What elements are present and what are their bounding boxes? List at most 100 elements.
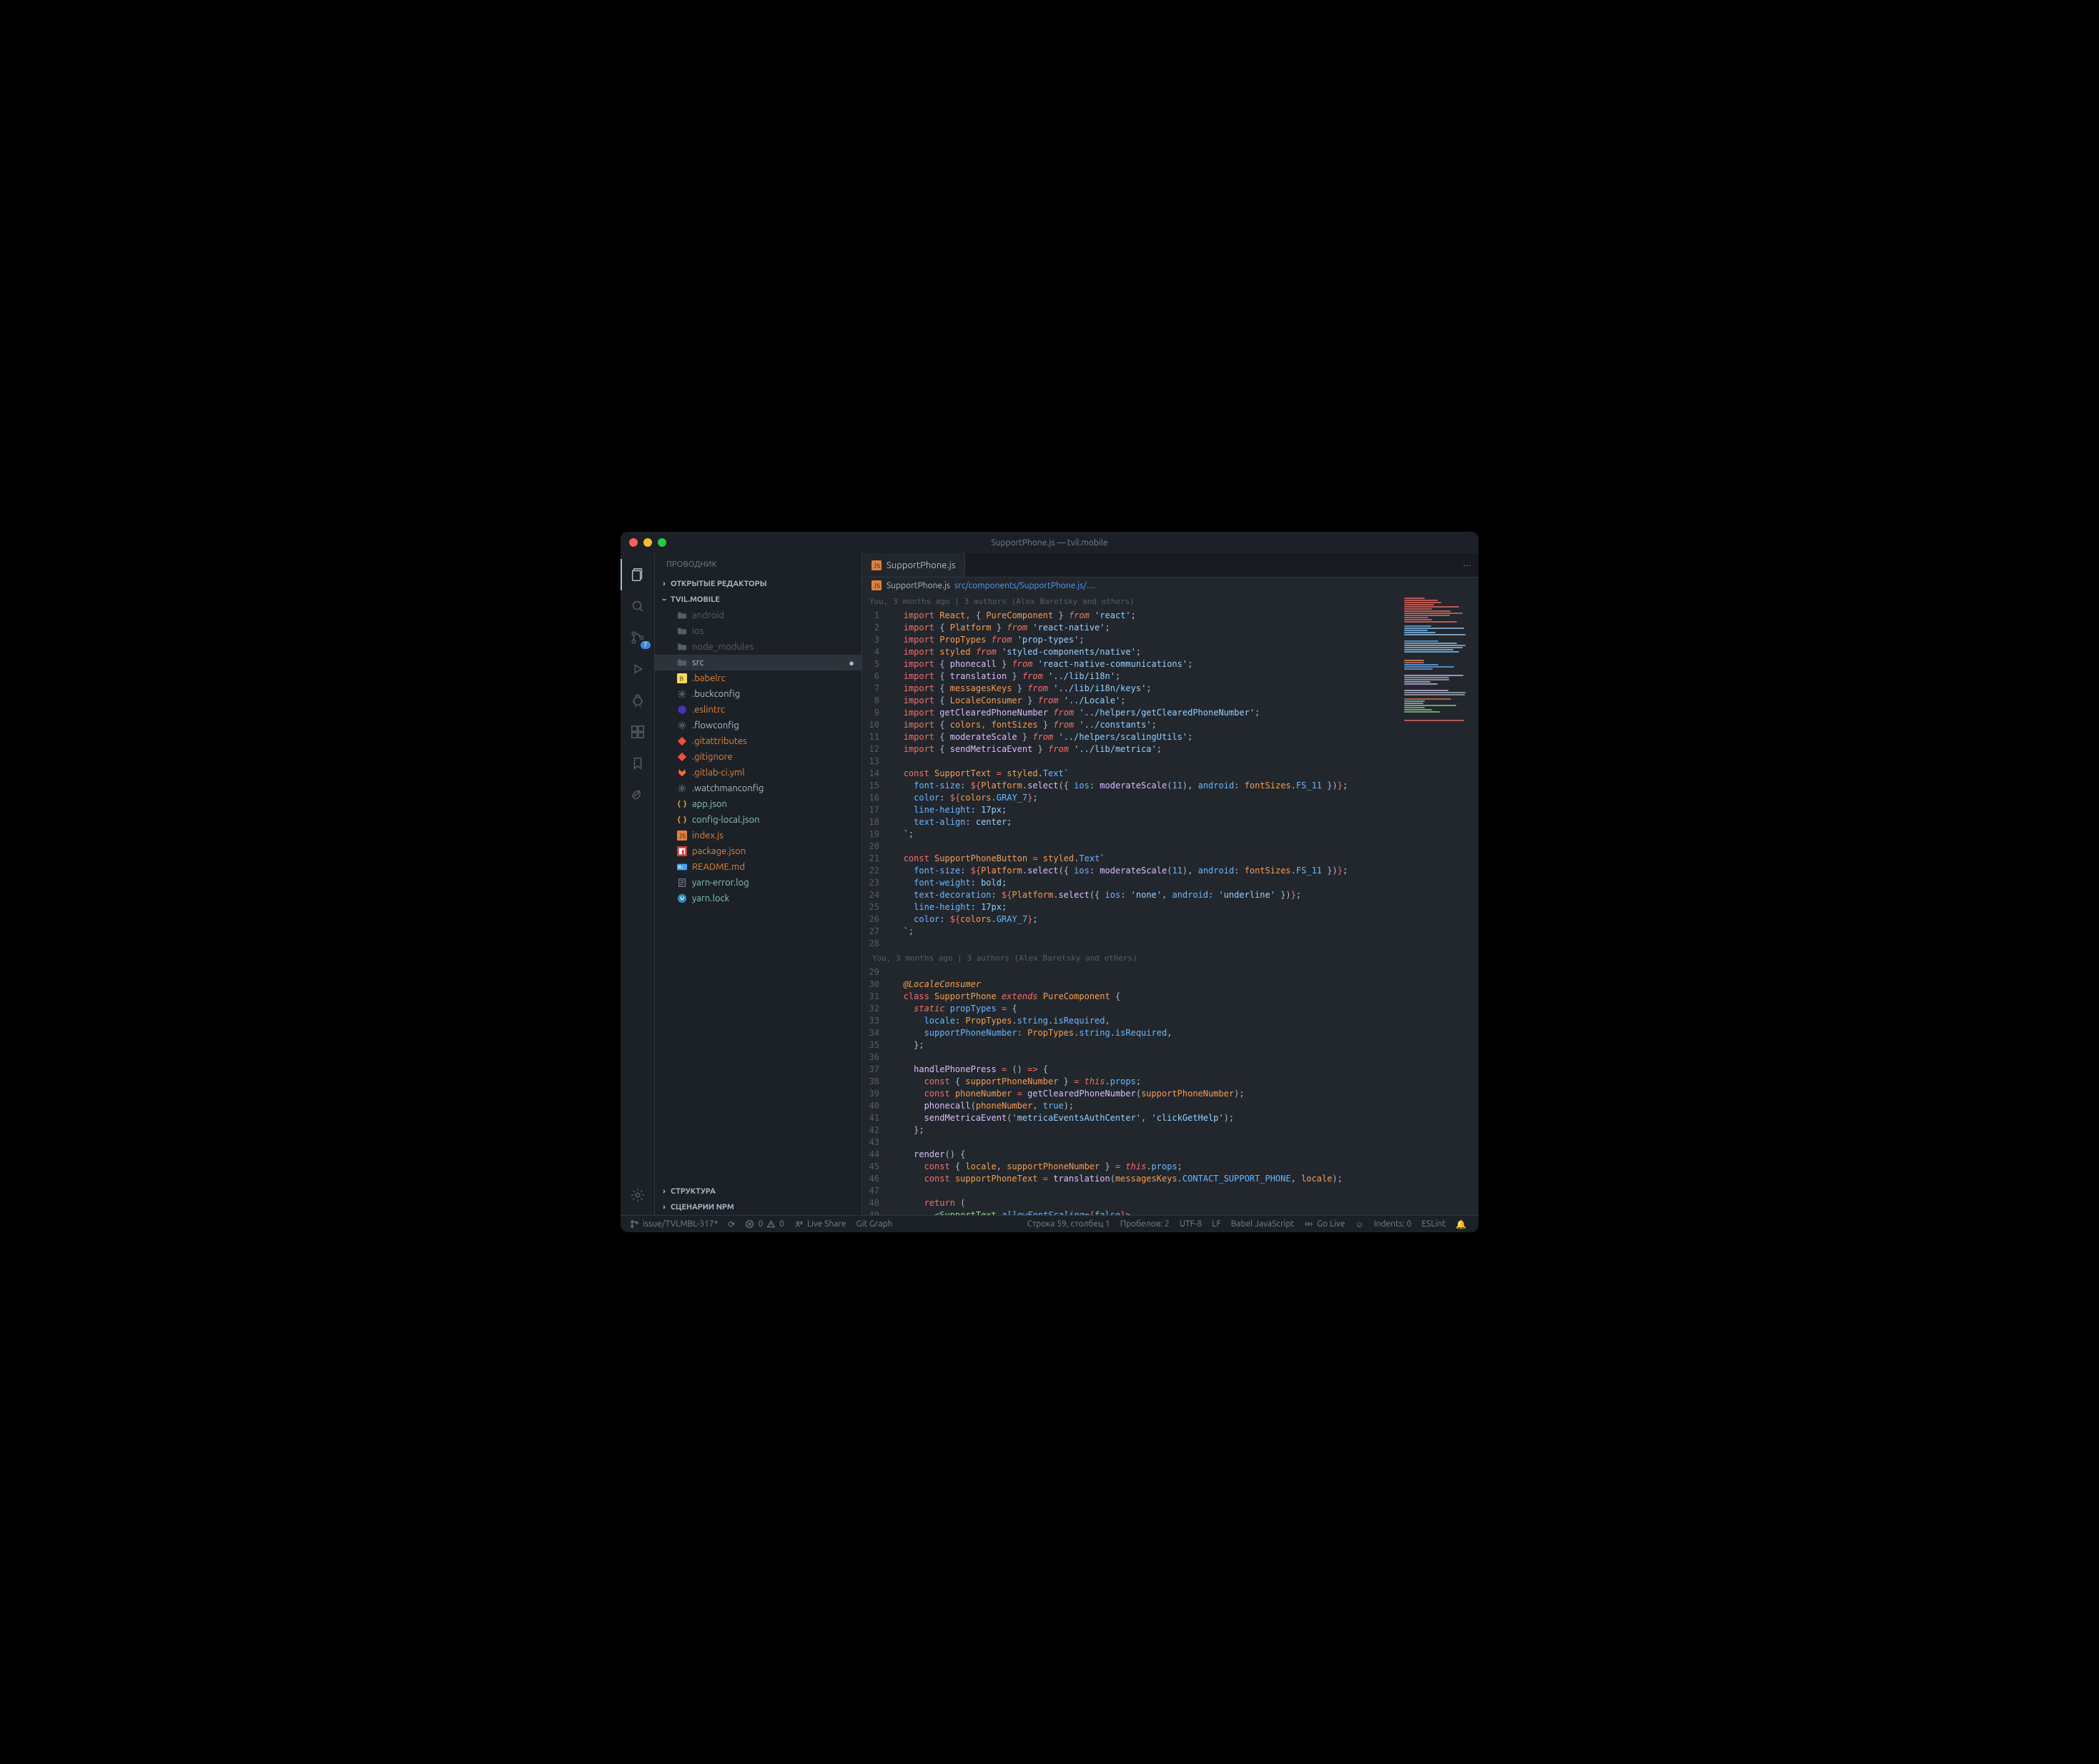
code-line[interactable]: 40 phonecall(phoneNumber, true);	[862, 1100, 1393, 1112]
code-line[interactable]: 12 import { sendMetricaEvent } from '../…	[862, 743, 1393, 755]
codelens[interactable]: You, 3 months ago | 3 authors (Alex Bare…	[862, 950, 1393, 966]
code-line[interactable]: 14 const SupportText = styled.Text`	[862, 768, 1393, 780]
section-project[interactable]: › TVIL.MOBILE	[655, 592, 861, 608]
code-line[interactable]: 38 const { supportPhoneNumber } = this.p…	[862, 1076, 1393, 1088]
status-eol[interactable]: LF	[1207, 1216, 1225, 1232]
file-app-json[interactable]: app.json	[655, 796, 861, 812]
status-cursor[interactable]: Строка 59, столбец 1	[1022, 1216, 1115, 1232]
code-line[interactable]: 30 @LocaleConsumer	[862, 978, 1393, 991]
code-line[interactable]: 8 import { LocaleConsumer } from '../Loc…	[862, 695, 1393, 707]
code-line[interactable]: 21 const SupportPhoneButton = styled.Tex…	[862, 853, 1393, 865]
status-git-graph[interactable]: Git Graph	[851, 1216, 898, 1232]
code-line[interactable]: 49 <SupportText allowFontScaling={false}…	[862, 1209, 1393, 1215]
status-feedback[interactable]: ☺	[1350, 1216, 1368, 1232]
file-yarn-lock[interactable]: yarn.lock	[655, 891, 861, 906]
activity-settings[interactable]	[621, 1179, 655, 1211]
code-line[interactable]: 1 import React, { PureComponent } from '…	[862, 610, 1393, 622]
code-line[interactable]: 44 render() {	[862, 1149, 1393, 1161]
section-npm[interactable]: › СЦЕНАРИИ NPM	[655, 1199, 861, 1215]
code-line[interactable]: 41 sendMetricaEvent('metricaEventsAuthCe…	[862, 1112, 1393, 1124]
code-line[interactable]: 39 const phoneNumber = getClearedPhoneNu…	[862, 1088, 1393, 1100]
code-line[interactable]: 33 locale: PropTypes.string.isRequired,	[862, 1015, 1393, 1027]
file--babelrc[interactable]: B.babelrc	[655, 670, 861, 686]
activity-debug[interactable]	[621, 653, 655, 685]
editor[interactable]: You, 3 months ago | 3 authors (Alex Bare…	[862, 593, 1478, 1215]
code-line[interactable]: 11 import { moderateScale } from '../hel…	[862, 731, 1393, 743]
status-encoding[interactable]: UTF-8	[1175, 1216, 1207, 1232]
status-branch[interactable]: issue/TVLMBL-317*	[625, 1216, 723, 1232]
breadcrumb[interactable]: JS SupportPhone.js src/components/Suppor…	[862, 578, 1478, 593]
status-indents[interactable]: Indents: 0	[1369, 1216, 1417, 1232]
file--watchmanconfig[interactable]: .watchmanconfig	[655, 781, 861, 796]
more-icon[interactable]: ⋯	[1463, 560, 1471, 570]
section-outline[interactable]: › СТРУКТУРА	[655, 1184, 861, 1199]
code-line[interactable]: 17 line-height: 17px;	[862, 804, 1393, 816]
code-line[interactable]: 9 import getClearedPhoneNumber from '../…	[862, 707, 1393, 719]
file-yarn-error-log[interactable]: yarn-error.log	[655, 875, 861, 891]
file--gitattributes[interactable]: .gitattributes	[655, 733, 861, 749]
code-line[interactable]: 23 font-weight: bold;	[862, 877, 1393, 889]
file-README-md[interactable]: M↓README.md	[655, 859, 861, 875]
code-line[interactable]: 32 static propTypes = {	[862, 1003, 1393, 1015]
minimap[interactable]	[1400, 593, 1478, 1215]
status-problems[interactable]: 0 0	[740, 1216, 789, 1232]
file-node_modules[interactable]: node_modules	[655, 639, 861, 655]
file--flowconfig[interactable]: .flowconfig	[655, 718, 861, 733]
activity-scm[interactable]: 7	[621, 622, 655, 653]
status-live-share[interactable]: Live Share	[789, 1216, 851, 1232]
code-line[interactable]: 48 return (	[862, 1197, 1393, 1209]
code-line[interactable]: 22 font-size: ${Platform.select({ ios: m…	[862, 865, 1393, 877]
status-spaces[interactable]: Пробелов: 2	[1115, 1216, 1175, 1232]
code-line[interactable]: 47	[862, 1185, 1393, 1197]
code-line[interactable]: 16 color: ${colors.GRAY_7};	[862, 792, 1393, 804]
file--gitignore[interactable]: .gitignore	[655, 749, 861, 765]
code-line[interactable]: 37 handlePhonePress = () => {	[862, 1064, 1393, 1076]
code-line[interactable]: 43	[862, 1136, 1393, 1149]
file--gitlab-ci-yml[interactable]: .gitlab-ci.yml	[655, 765, 861, 781]
codelens[interactable]: You, 3 months ago | 3 authors (Alex Bare…	[862, 593, 1393, 610]
code-line[interactable]: 4 import styled from 'styled-components/…	[862, 646, 1393, 658]
code-line[interactable]: 28	[862, 938, 1393, 950]
code-line[interactable]: 34 supportPhoneNumber: PropTypes.string.…	[862, 1027, 1393, 1039]
file--eslintrc[interactable]: .eslintrc	[655, 702, 861, 718]
code-line[interactable]: 35 };	[862, 1039, 1393, 1051]
file-config-local-json[interactable]: config-local.json	[655, 812, 861, 828]
code-line[interactable]: 19 `;	[862, 828, 1393, 841]
code-line[interactable]: 24 text-decoration: ${Platform.select({ …	[862, 889, 1393, 901]
activity-search[interactable]	[621, 590, 655, 622]
code-line[interactable]: 29	[862, 966, 1393, 978]
file-src[interactable]: src●	[655, 655, 861, 670]
file-index-js[interactable]: JSindex.js	[655, 828, 861, 843]
code-line[interactable]: 7 import { messagesKeys } from '../lib/i…	[862, 683, 1393, 695]
code-line[interactable]: 6 import { translation } from '../lib/i1…	[862, 670, 1393, 683]
status-lang[interactable]: Babel JavaScript	[1226, 1216, 1299, 1232]
code-line[interactable]: 13	[862, 755, 1393, 768]
code-line[interactable]: 45 const { locale, supportPhoneNumber } …	[862, 1161, 1393, 1173]
file-package-json[interactable]: package.json	[655, 843, 861, 859]
activity-explorer[interactable]	[621, 559, 655, 590]
code-line[interactable]: 2 import { Platform } from 'react-native…	[862, 622, 1393, 634]
status-sync[interactable]: ⟳	[723, 1216, 740, 1232]
tab-supportphone[interactable]: JS SupportPhone.js	[862, 553, 965, 577]
titlebar[interactable]: SupportPhone.js — tvil.mobile	[621, 532, 1478, 553]
code-body[interactable]: You, 3 months ago | 3 authors (Alex Bare…	[862, 593, 1478, 1215]
code-line[interactable]: 36	[862, 1051, 1393, 1064]
file-android[interactable]: android	[655, 608, 861, 623]
activity-bookmarks[interactable]	[621, 748, 655, 779]
file-ios[interactable]: ios	[655, 623, 861, 639]
status-go-live[interactable]: Go Live	[1299, 1216, 1350, 1232]
file--buckconfig[interactable]: .buckconfig	[655, 686, 861, 702]
code-line[interactable]: 42 };	[862, 1124, 1393, 1136]
section-open-editors[interactable]: › ОТКРЫТЫЕ РЕДАКТОРЫ	[655, 576, 861, 592]
code-line[interactable]: 5 import { phonecall } from 'react-nativ…	[862, 658, 1393, 670]
code-line[interactable]: 20	[862, 841, 1393, 853]
activity-test[interactable]	[621, 685, 655, 716]
activity-extensions[interactable]	[621, 716, 655, 748]
code-line[interactable]: 15 font-size: ${Platform.select({ ios: m…	[862, 780, 1393, 792]
code-line[interactable]: 31 class SupportPhone extends PureCompon…	[862, 991, 1393, 1003]
code-line[interactable]: 46 const supportPhoneText = translation(…	[862, 1173, 1393, 1185]
activity-gitlens[interactable]	[621, 779, 655, 811]
code-line[interactable]: 10 import { colors, fontSizes } from '..…	[862, 719, 1393, 731]
code-line[interactable]: 18 text-align: center;	[862, 816, 1393, 828]
code-line[interactable]: 3 import PropTypes from 'prop-types';	[862, 634, 1393, 646]
